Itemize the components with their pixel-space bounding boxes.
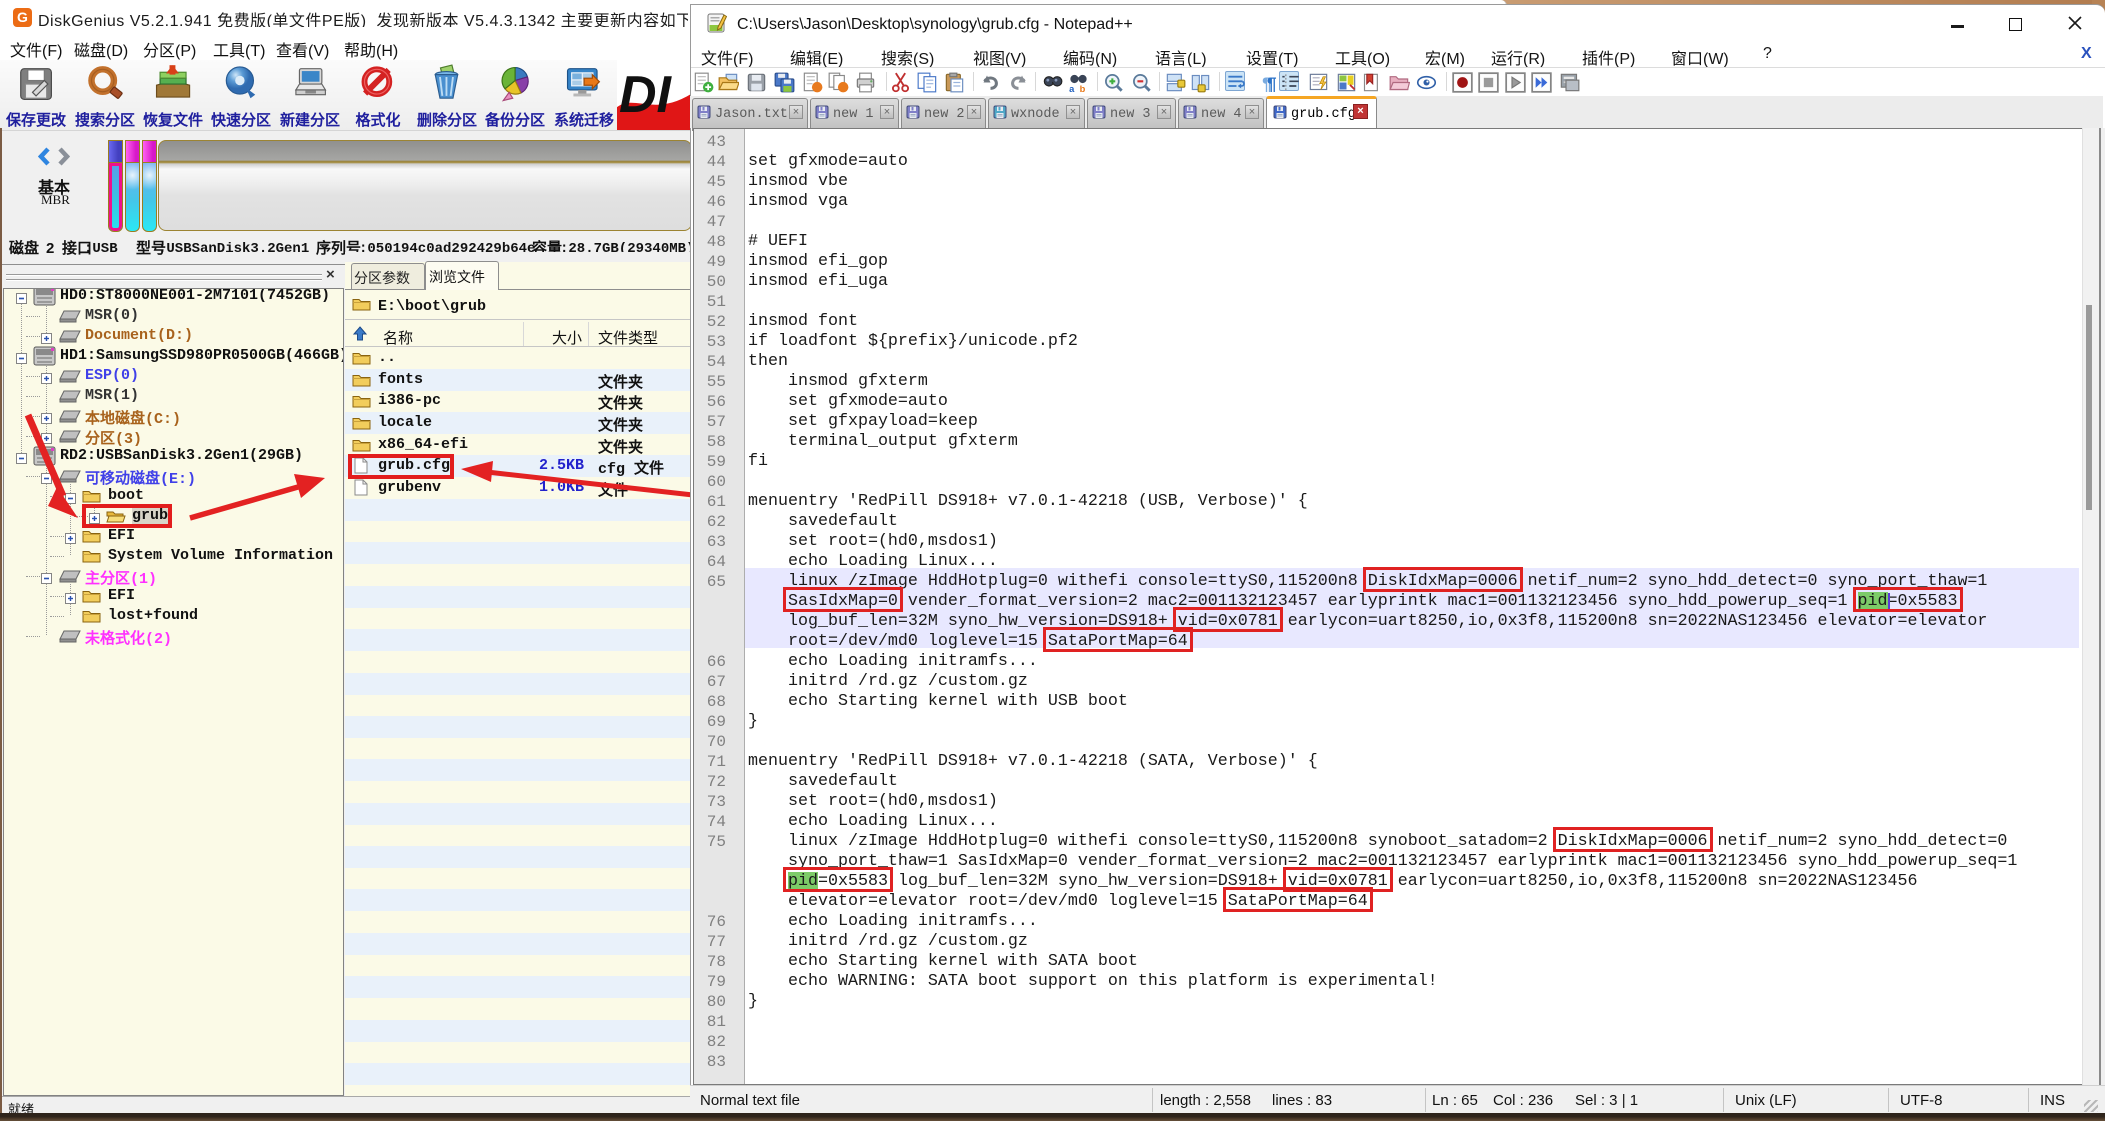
svg-text:DI: DI bbox=[619, 66, 673, 124]
svg-text:a: a bbox=[1069, 84, 1075, 93]
svg-text:b: b bbox=[1080, 84, 1086, 93]
svg-text:¶: ¶ bbox=[1267, 74, 1277, 94]
